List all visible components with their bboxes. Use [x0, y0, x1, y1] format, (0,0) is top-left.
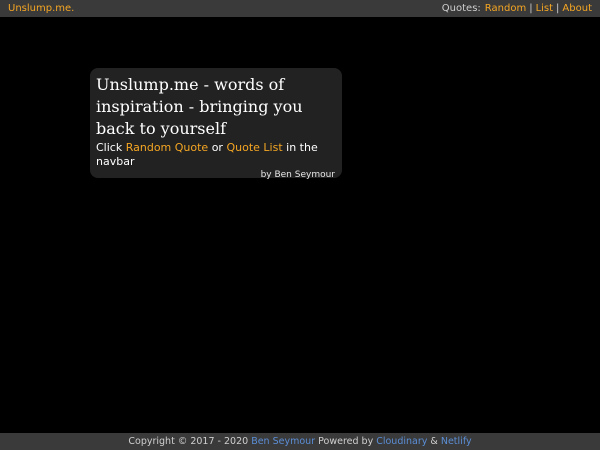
quote-list-link[interactable]: Quote List: [226, 141, 282, 154]
nav-separator: |: [529, 3, 533, 14]
brand-link[interactable]: Unslump.me.: [8, 0, 74, 17]
footer: Copyright © 2017 - 2020 Ben Seymour Powe…: [0, 433, 600, 450]
ampersand-text: &: [430, 436, 438, 447]
powered-by-text: Powered by: [318, 436, 374, 447]
random-quote-link[interactable]: Random Quote: [126, 141, 208, 154]
footer-author-link[interactable]: Ben Seymour: [251, 436, 315, 447]
navbar: Unslump.me. Quotes: Random | List | Abou…: [0, 0, 600, 17]
quotes-label: Quotes:: [441, 3, 481, 14]
hero-card: Unslump.me - words of inspiration - brin…: [90, 68, 342, 180]
hero-instructions: Click Random Quote or Quote List in the …: [96, 141, 335, 169]
click-text: Click: [96, 141, 123, 154]
netlify-link[interactable]: Netlify: [441, 436, 472, 447]
cloudinary-link[interactable]: Cloudinary: [376, 436, 427, 447]
or-text: or: [211, 141, 223, 154]
hero-title: Unslump.me - words of inspiration - brin…: [96, 75, 303, 138]
hero-byline: by Ben Seymour: [260, 170, 335, 180]
nav-separator: |: [556, 3, 560, 14]
nav-random-link[interactable]: Random: [485, 0, 526, 17]
copyright-text: Copyright © 2017 - 2020: [128, 436, 249, 447]
nav-list-link[interactable]: List: [536, 0, 553, 17]
nav-quotes-menu: Quotes: Random | List | About: [442, 0, 592, 17]
nav-about-link[interactable]: About: [562, 0, 592, 17]
